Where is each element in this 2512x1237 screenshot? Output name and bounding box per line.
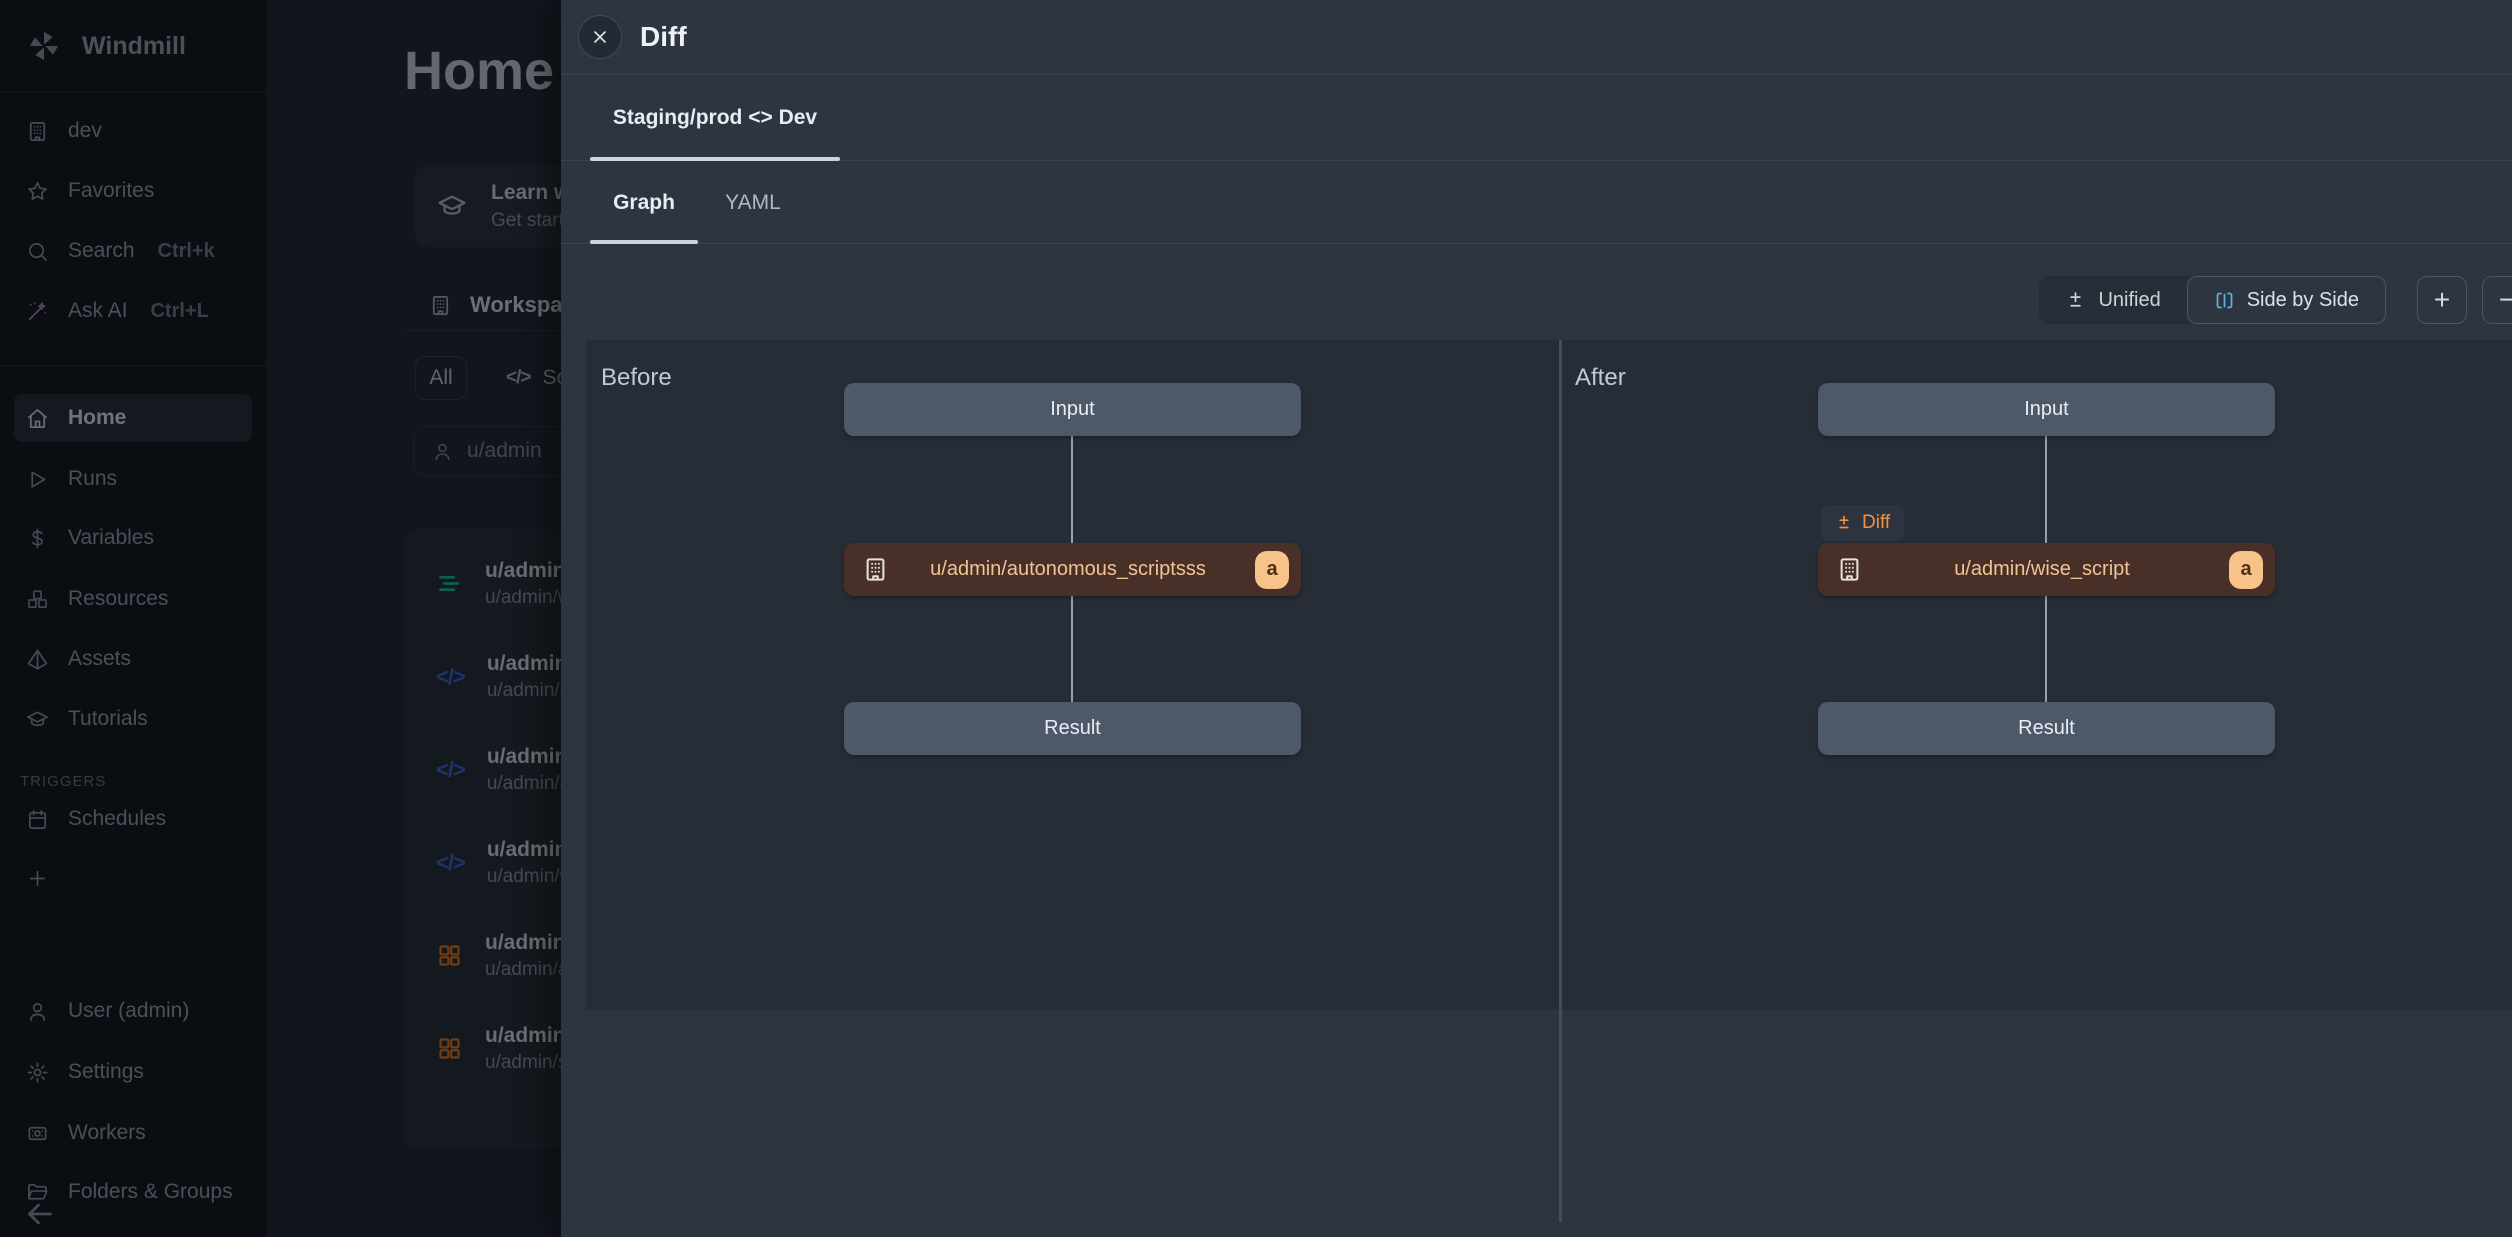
diff-drawer: Diff Staging/prod <> Dev Graph YAML Unif…	[561, 0, 2512, 1237]
building-icon	[1836, 556, 1863, 583]
before-after-divider	[1559, 340, 1562, 1222]
node-diff-badge[interactable]: Diff	[1821, 505, 1904, 541]
close-button[interactable]	[578, 15, 622, 59]
edge-script-to-result	[2045, 596, 2047, 702]
after-input-node[interactable]: Input	[1818, 383, 2275, 436]
drawer-title: Diff	[640, 21, 687, 53]
before-pane-label: Before	[601, 364, 672, 392]
columns-icon	[2214, 290, 2235, 311]
building-icon	[862, 556, 889, 583]
language-badge: a	[1255, 551, 1289, 589]
zoom-out-button[interactable]: −	[2482, 276, 2512, 324]
edge-input-to-script	[2045, 436, 2047, 543]
before-input-node[interactable]: Input	[844, 383, 1301, 436]
tab-staging-prod-dev[interactable]: Staging/prod <> Dev	[590, 75, 840, 161]
tab-yaml[interactable]: YAML	[703, 161, 803, 244]
after-script-node[interactable]: u/admin/wise_script a	[1818, 543, 2275, 596]
script-path: u/admin/wise_script	[1863, 558, 2221, 581]
script-path: u/admin/autonomous_scriptsss	[889, 558, 1247, 581]
edge-input-to-script	[1071, 436, 1073, 543]
diff-toolbar: Unified Side by Side + −	[561, 244, 2512, 340]
branch-tab-bar: Staging/prod <> Dev	[561, 75, 2512, 161]
before-result-node[interactable]: Result	[844, 702, 1301, 755]
tab-graph[interactable]: Graph	[590, 161, 698, 244]
view-mode-toggle: Unified Side by Side	[2039, 276, 2386, 324]
diff-graph-canvas[interactable]: Before After Input u/admin/autonomous_sc…	[586, 340, 2512, 1010]
before-script-node[interactable]: u/admin/autonomous_scriptsss a	[844, 543, 1301, 596]
view-tab-bar: Graph YAML	[561, 161, 2512, 244]
unified-button[interactable]: Unified	[2039, 276, 2186, 324]
edge-script-to-result	[1071, 596, 1073, 702]
drawer-header: Diff	[561, 0, 2512, 75]
after-result-node[interactable]: Result	[1818, 702, 2275, 755]
language-badge: a	[2229, 551, 2263, 589]
side-by-side-button[interactable]: Side by Side	[2187, 276, 2386, 324]
close-icon	[590, 27, 610, 47]
diff-plus-minus-icon	[2065, 290, 2086, 311]
zoom-in-button[interactable]: +	[2417, 276, 2467, 324]
diff-plus-minus-icon	[1835, 514, 1853, 532]
after-pane-label: After	[1575, 364, 1626, 392]
